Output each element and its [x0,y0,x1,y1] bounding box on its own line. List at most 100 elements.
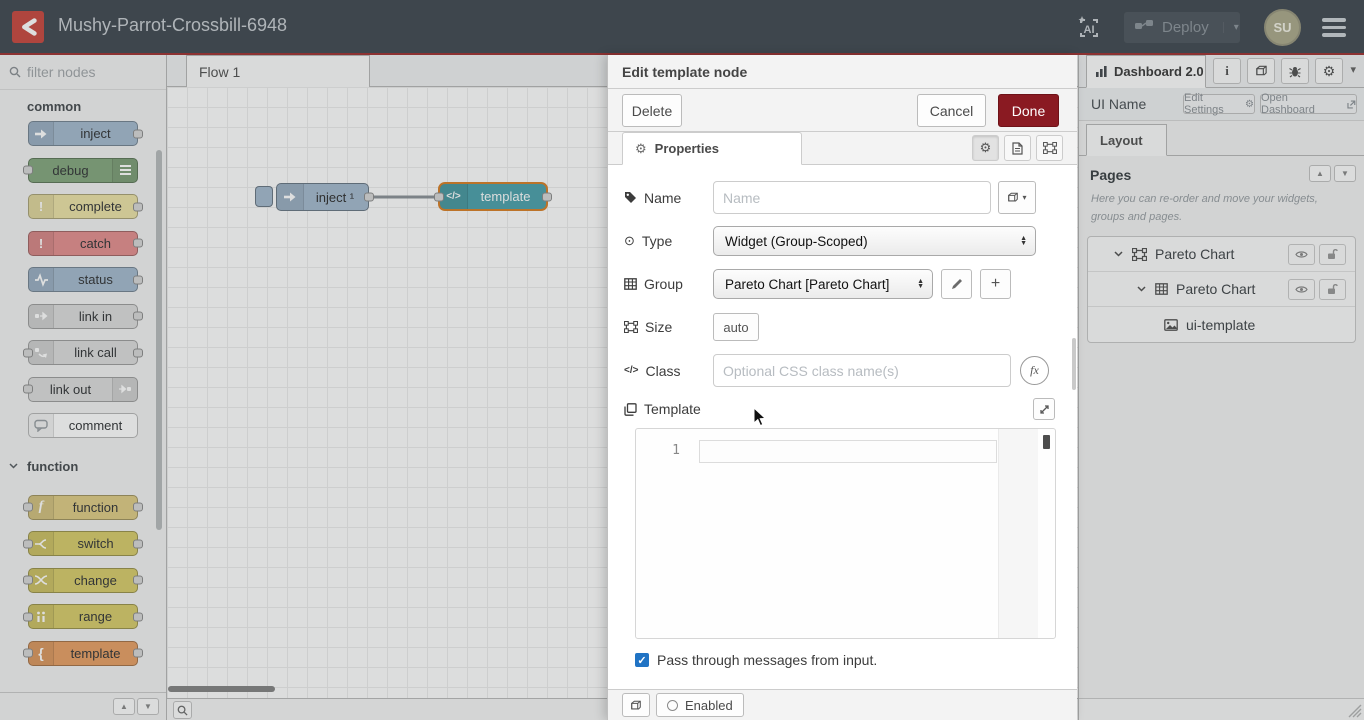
debug-bug-button[interactable] [1281,58,1309,84]
editor-line-number: 1 [636,429,696,638]
palette-category-common[interactable]: common [0,90,166,121]
palette-scrollbar[interactable] [156,150,162,530]
document-icon [1012,142,1023,155]
done-button[interactable]: Done [998,94,1059,127]
canvas-search-button[interactable] [173,701,192,719]
input-port[interactable] [434,192,444,201]
canvas-node-inject[interactable]: inject ¹ [276,183,369,211]
palette-node-link-call[interactable]: link call [28,340,138,365]
editor-active-line[interactable] [699,440,997,463]
appearance-button[interactable] [1036,135,1063,161]
palette-node-inject[interactable]: inject [28,121,138,146]
collapse-all-button[interactable]: ▲ [1309,165,1331,182]
palette-node-status[interactable]: status [28,267,138,292]
edit-group-button[interactable] [941,269,972,299]
output-port [133,312,143,321]
palette-node-debug[interactable]: debug [28,158,138,183]
sidebar-menu-caret-icon[interactable]: ▾ [1350,63,1356,76]
palette-node-link-out[interactable]: link out [28,377,138,402]
visibility-eye-button[interactable] [1288,244,1315,265]
open-dashboard-button[interactable]: Open Dashboard [1260,94,1357,114]
description-doc-button[interactable] [1004,135,1031,161]
book-icon [1007,192,1019,203]
palette-node-catch[interactable]: ! catch [28,231,138,256]
expand-icon [1039,404,1050,415]
palette-node-change[interactable]: change [28,568,138,593]
node-enabled-toggle[interactable]: Enabled [656,693,744,717]
editor-minimap [998,429,1038,638]
app-header: Mushy-Parrot-Crossbill-6948 AI Deploy ▾ … [0,0,1364,55]
info-button[interactable]: i [1213,58,1241,84]
chevron-down-icon[interactable] [1137,284,1146,295]
palette-node-template[interactable]: { template [28,641,138,666]
properties-gear-button[interactable]: ⚙ [972,135,999,161]
dialog-scrollbar[interactable] [1072,338,1076,390]
visibility-eye-button[interactable] [1288,279,1315,300]
ai-assistant-button[interactable]: AI [1072,11,1106,45]
group-select[interactable]: Pareto Chart [Pareto Chart] ▲▼ [713,269,933,299]
palette-node-comment[interactable]: comment [28,413,138,438]
workspace-title: Mushy-Parrot-Crossbill-6948 [58,15,287,36]
template-code-editor[interactable]: 1 [635,428,1056,639]
expand-categories-button[interactable]: ▼ [137,698,159,715]
flow-tab[interactable]: Flow 1 [186,55,370,87]
deploy-button[interactable]: Deploy ▾ [1124,12,1240,43]
delete-button[interactable]: Delete [622,94,682,127]
tree-row-group-pareto-chart[interactable]: Pareto Chart [1088,272,1355,307]
node-help-book-button[interactable] [622,693,650,717]
user-avatar[interactable]: SU [1264,9,1301,46]
editor-scrollbar[interactable] [1041,429,1053,638]
palette-node-function[interactable]: f function [28,495,138,520]
palette-footer: ▲ ▼ [0,692,166,720]
input-port [23,649,33,658]
exclamation-icon: ! [29,195,54,218]
palette-node-link-in[interactable]: link in [28,304,138,329]
inject-arrow-icon [277,184,304,210]
canvas-hscrollbar[interactable] [168,686,275,692]
help-book-button[interactable] [1247,58,1275,84]
type-select[interactable]: Widget (Group-Scoped) ▲▼ [713,226,1036,256]
collapse-categories-button[interactable]: ▲ [113,698,135,715]
size-button[interactable]: auto [713,313,759,341]
pages-header: Pages ▲ ▼ [1079,156,1364,183]
output-port[interactable] [542,192,552,201]
label-options-button[interactable]: ▾ [998,181,1036,214]
tree-row-page-pareto-chart[interactable]: Pareto Chart [1088,237,1355,272]
tree-row-widget-ui-template[interactable]: ui-template [1088,307,1355,342]
tab-layout[interactable]: Layout [1086,124,1167,156]
expand-editor-button[interactable] [1033,398,1055,420]
search-icon [177,705,188,716]
cancel-button[interactable]: Cancel [917,94,986,127]
passthrough-checkbox[interactable]: ✓ [635,653,649,667]
settings-gear-button[interactable]: ⚙ [1315,58,1343,84]
expand-all-button[interactable]: ▼ [1334,165,1356,182]
palette-category-function[interactable]: function [0,450,166,481]
dialog-title: Edit template node [608,55,1077,89]
deploy-caret-icon[interactable]: ▾ [1223,22,1239,33]
palette-filter[interactable]: filter nodes [0,55,166,90]
name-input[interactable] [713,181,991,214]
palette-node-range[interactable]: range [28,604,138,629]
output-port[interactable] [364,193,374,202]
main-menu-icon[interactable] [1322,18,1346,41]
pulse-icon [29,268,54,291]
inject-trigger-button[interactable] [255,186,273,207]
lock-button[interactable] [1319,244,1346,265]
tab-dashboard[interactable]: Dashboard 2.0 [1086,55,1206,88]
passthrough-label: Pass through messages from input. [657,652,877,668]
input-port [23,503,33,512]
tab-properties[interactable]: ⚙ Properties [622,132,802,165]
edit-settings-button[interactable]: Edit Settings⚙ [1183,94,1255,114]
palette-node-complete[interactable]: ! complete [28,194,138,219]
chevron-down-icon[interactable] [1114,249,1123,260]
caret-down-icon: ▾ [1022,193,1026,202]
resize-grip-icon[interactable] [1348,704,1362,718]
class-field-label: </> Class [624,363,713,379]
canvas-node-template-selected[interactable]: </> template [438,182,548,211]
class-input[interactable] [713,354,1011,387]
palette-node-switch[interactable]: switch [28,531,138,556]
fx-expression-button[interactable]: fx [1020,356,1049,385]
lock-button[interactable] [1319,279,1346,300]
template-field-label: Template [624,401,701,417]
add-group-button[interactable]: + [980,269,1011,299]
